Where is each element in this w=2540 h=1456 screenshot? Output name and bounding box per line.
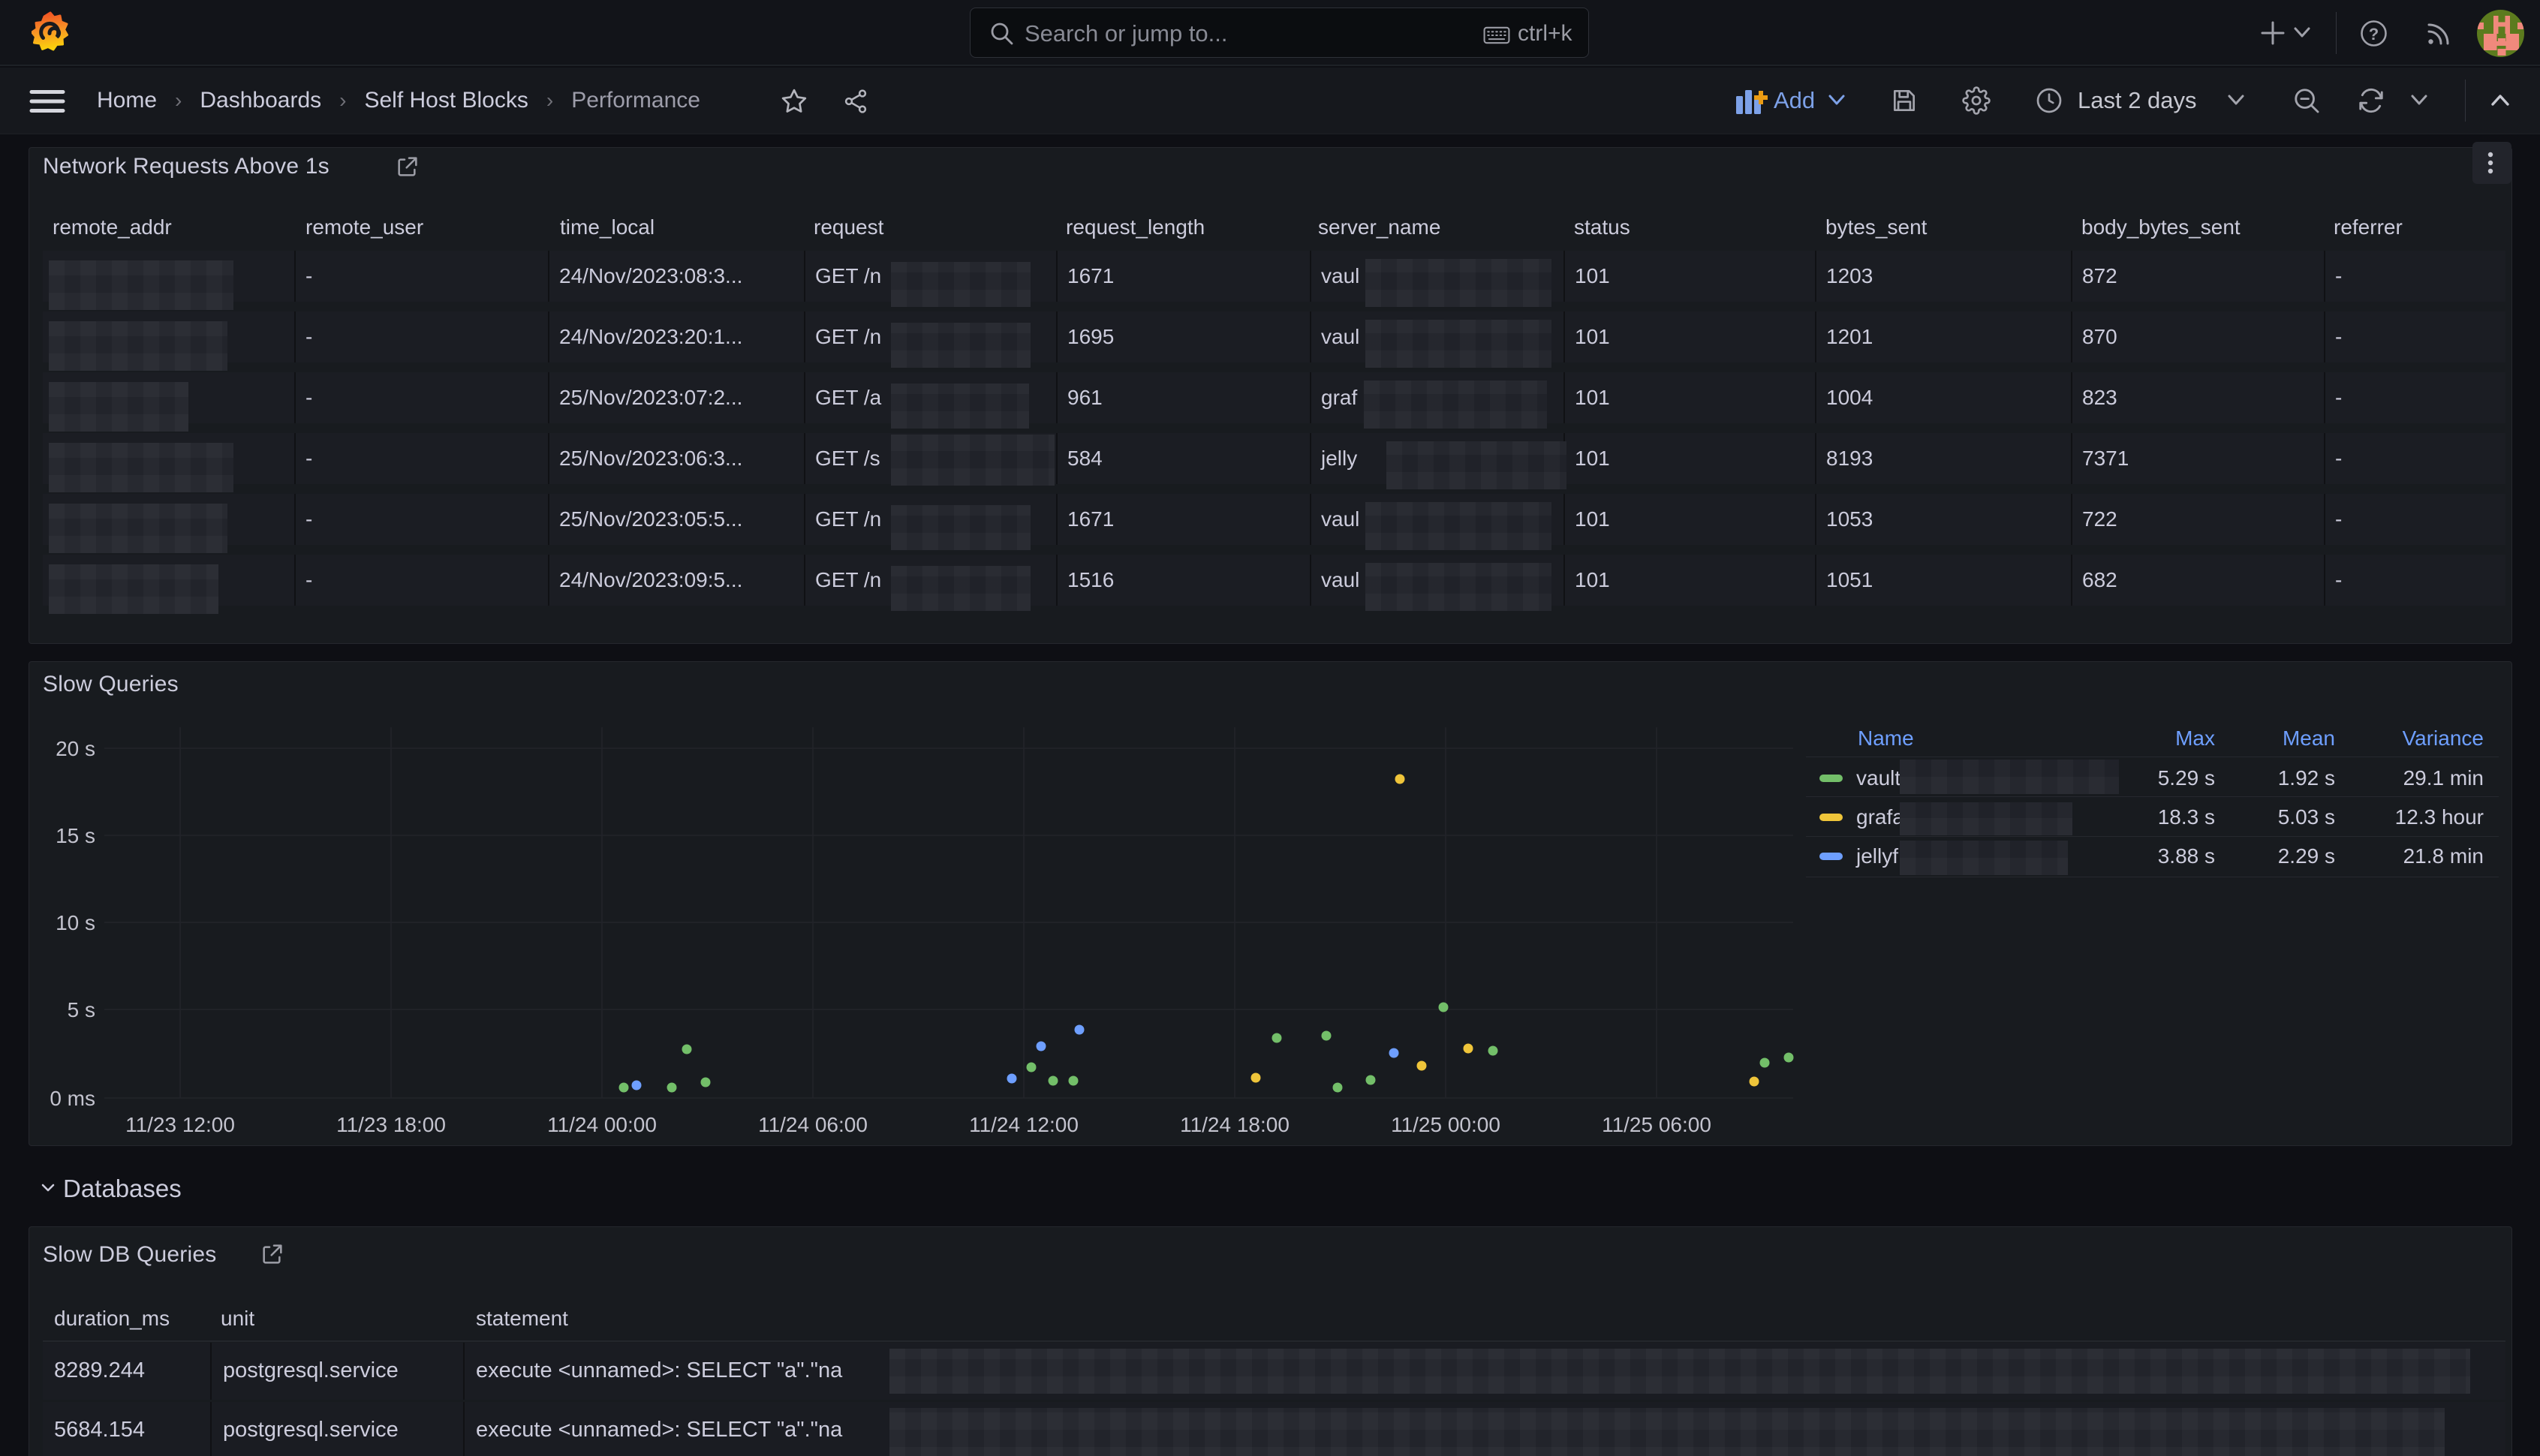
svg-text:11/24 06:00: 11/24 06:00: [758, 1113, 868, 1136]
svg-text:?: ?: [2369, 25, 2379, 44]
svg-text:11/25 06:00: 11/25 06:00: [1602, 1113, 1711, 1136]
svg-text:11/24 00:00: 11/24 00:00: [547, 1113, 657, 1136]
svg-text:11/24 12:00: 11/24 12:00: [969, 1113, 1079, 1136]
svg-text:11/24 18:00: 11/24 18:00: [1180, 1113, 1290, 1136]
svg-text:11/23 12:00: 11/23 12:00: [125, 1113, 235, 1136]
svg-text:5 s: 5 s: [68, 998, 95, 1021]
svg-text:11/23 18:00: 11/23 18:00: [336, 1113, 446, 1136]
svg-text:0 ms: 0 ms: [50, 1087, 95, 1110]
svg-text:20 s: 20 s: [56, 737, 95, 760]
svg-text:11/25 00:00: 11/25 00:00: [1391, 1113, 1500, 1136]
svg-text:15 s: 15 s: [56, 824, 95, 847]
svg-text:10 s: 10 s: [56, 911, 95, 934]
